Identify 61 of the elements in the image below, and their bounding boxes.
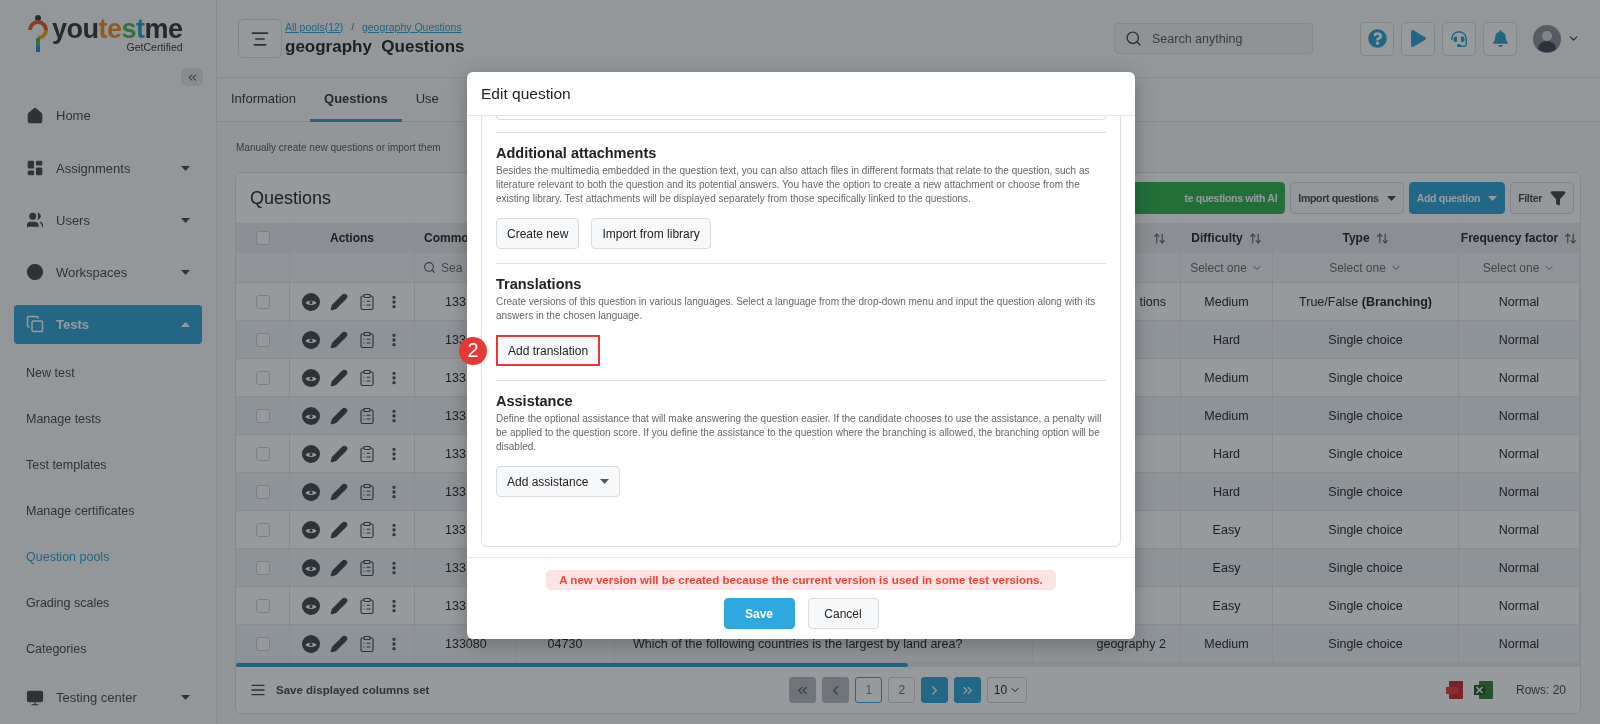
column-header: Type [1342,231,1370,245]
table-cell: Medium [1204,636,1249,651]
table-cell: Single choice [1328,598,1403,613]
rows-count: Rows: 20 [1515,683,1566,697]
table-cell: Normal [1498,408,1540,423]
table-cell: 133 [445,408,466,423]
section-title: Translations [496,276,583,292]
column-header: Commo [424,231,469,245]
table-cell: Single choice [1328,484,1403,499]
table-cell: 133 [445,484,466,499]
table-cell: Medium [1204,370,1249,385]
section-description: Besides the multimedia embedded in the question text, you can also attach files in different formats that relate to the question, such as literature relevant to both the question and its potential answers. You have the option to create a new attachment or choose from the existing library. Test attachments will be displayed separately from those specifically linked to the questions. [496,164,1091,206]
logo-text: youtestme [52,15,183,44]
table-cell: Normal [1498,370,1540,385]
table-cell: tions [1139,294,1166,309]
table-cell: Single choice [1328,370,1403,385]
table-cell: Single choice [1328,332,1403,347]
table-cell: Normal [1498,598,1540,613]
table-cell: Single choice [1328,636,1403,651]
column-header: Actions [330,231,374,245]
table-cell: 133 [445,560,466,575]
dialog-title: Edit question [481,84,571,103]
page-title: geography Questions [285,36,465,57]
column-header: Frequency factor [1460,231,1559,245]
table-cell: Normal [1498,294,1540,309]
table-cell: 04730 [547,636,583,651]
table-cell: Medium [1204,408,1249,423]
table-cell: Easy [1212,598,1241,613]
table-cell: Normal [1498,636,1540,651]
table-cell: 133 [445,446,466,461]
logo-tagline: GetCertified [126,41,183,54]
card-title: Questions [250,187,332,209]
table-cell: Single choice [1328,522,1403,537]
warning-message: A new version will be created because the current version is used in some test versions. [546,570,1056,590]
table-cell: Hard [1212,332,1241,347]
table-cell: 133 [445,522,466,537]
section-description: Create versions of this question in various languages. Select a language from the drop-down menu and input the question along with its answers in the chosen language. [496,295,1097,323]
table-cell: Easy [1212,560,1241,575]
table-cell: Single choice [1328,408,1403,423]
column-header: Difficulty [1191,231,1243,245]
table-cell: 133 [445,370,466,385]
table-cell: Which of the following countries is the largest by land area? [633,636,963,651]
table-cell: Normal [1498,560,1540,575]
table-cell: Hard [1212,484,1241,499]
table-cell: Easy [1212,522,1241,537]
table-cell: Medium [1204,294,1249,309]
table-cell: 133080 [445,636,487,651]
section-title: Additional attachments [496,145,658,161]
table-cell: geography 2 [1096,636,1166,651]
table-cell: 133 [445,294,466,309]
table-cell: Normal [1498,446,1540,461]
page-description: Manually create new questions or import them [236,142,441,155]
table-cell: Single choice [1328,560,1403,575]
table-cell: Normal [1498,484,1540,499]
table-cell: Normal [1498,332,1540,347]
breadcrumb-separator: / [351,21,354,32]
table-cell: True/False (Branching) [1299,294,1432,309]
table-cell: 133 [445,598,466,613]
table-cell: Normal [1498,522,1540,537]
table-cell: Hard [1212,446,1241,461]
table-cell: Single choice [1328,446,1403,461]
